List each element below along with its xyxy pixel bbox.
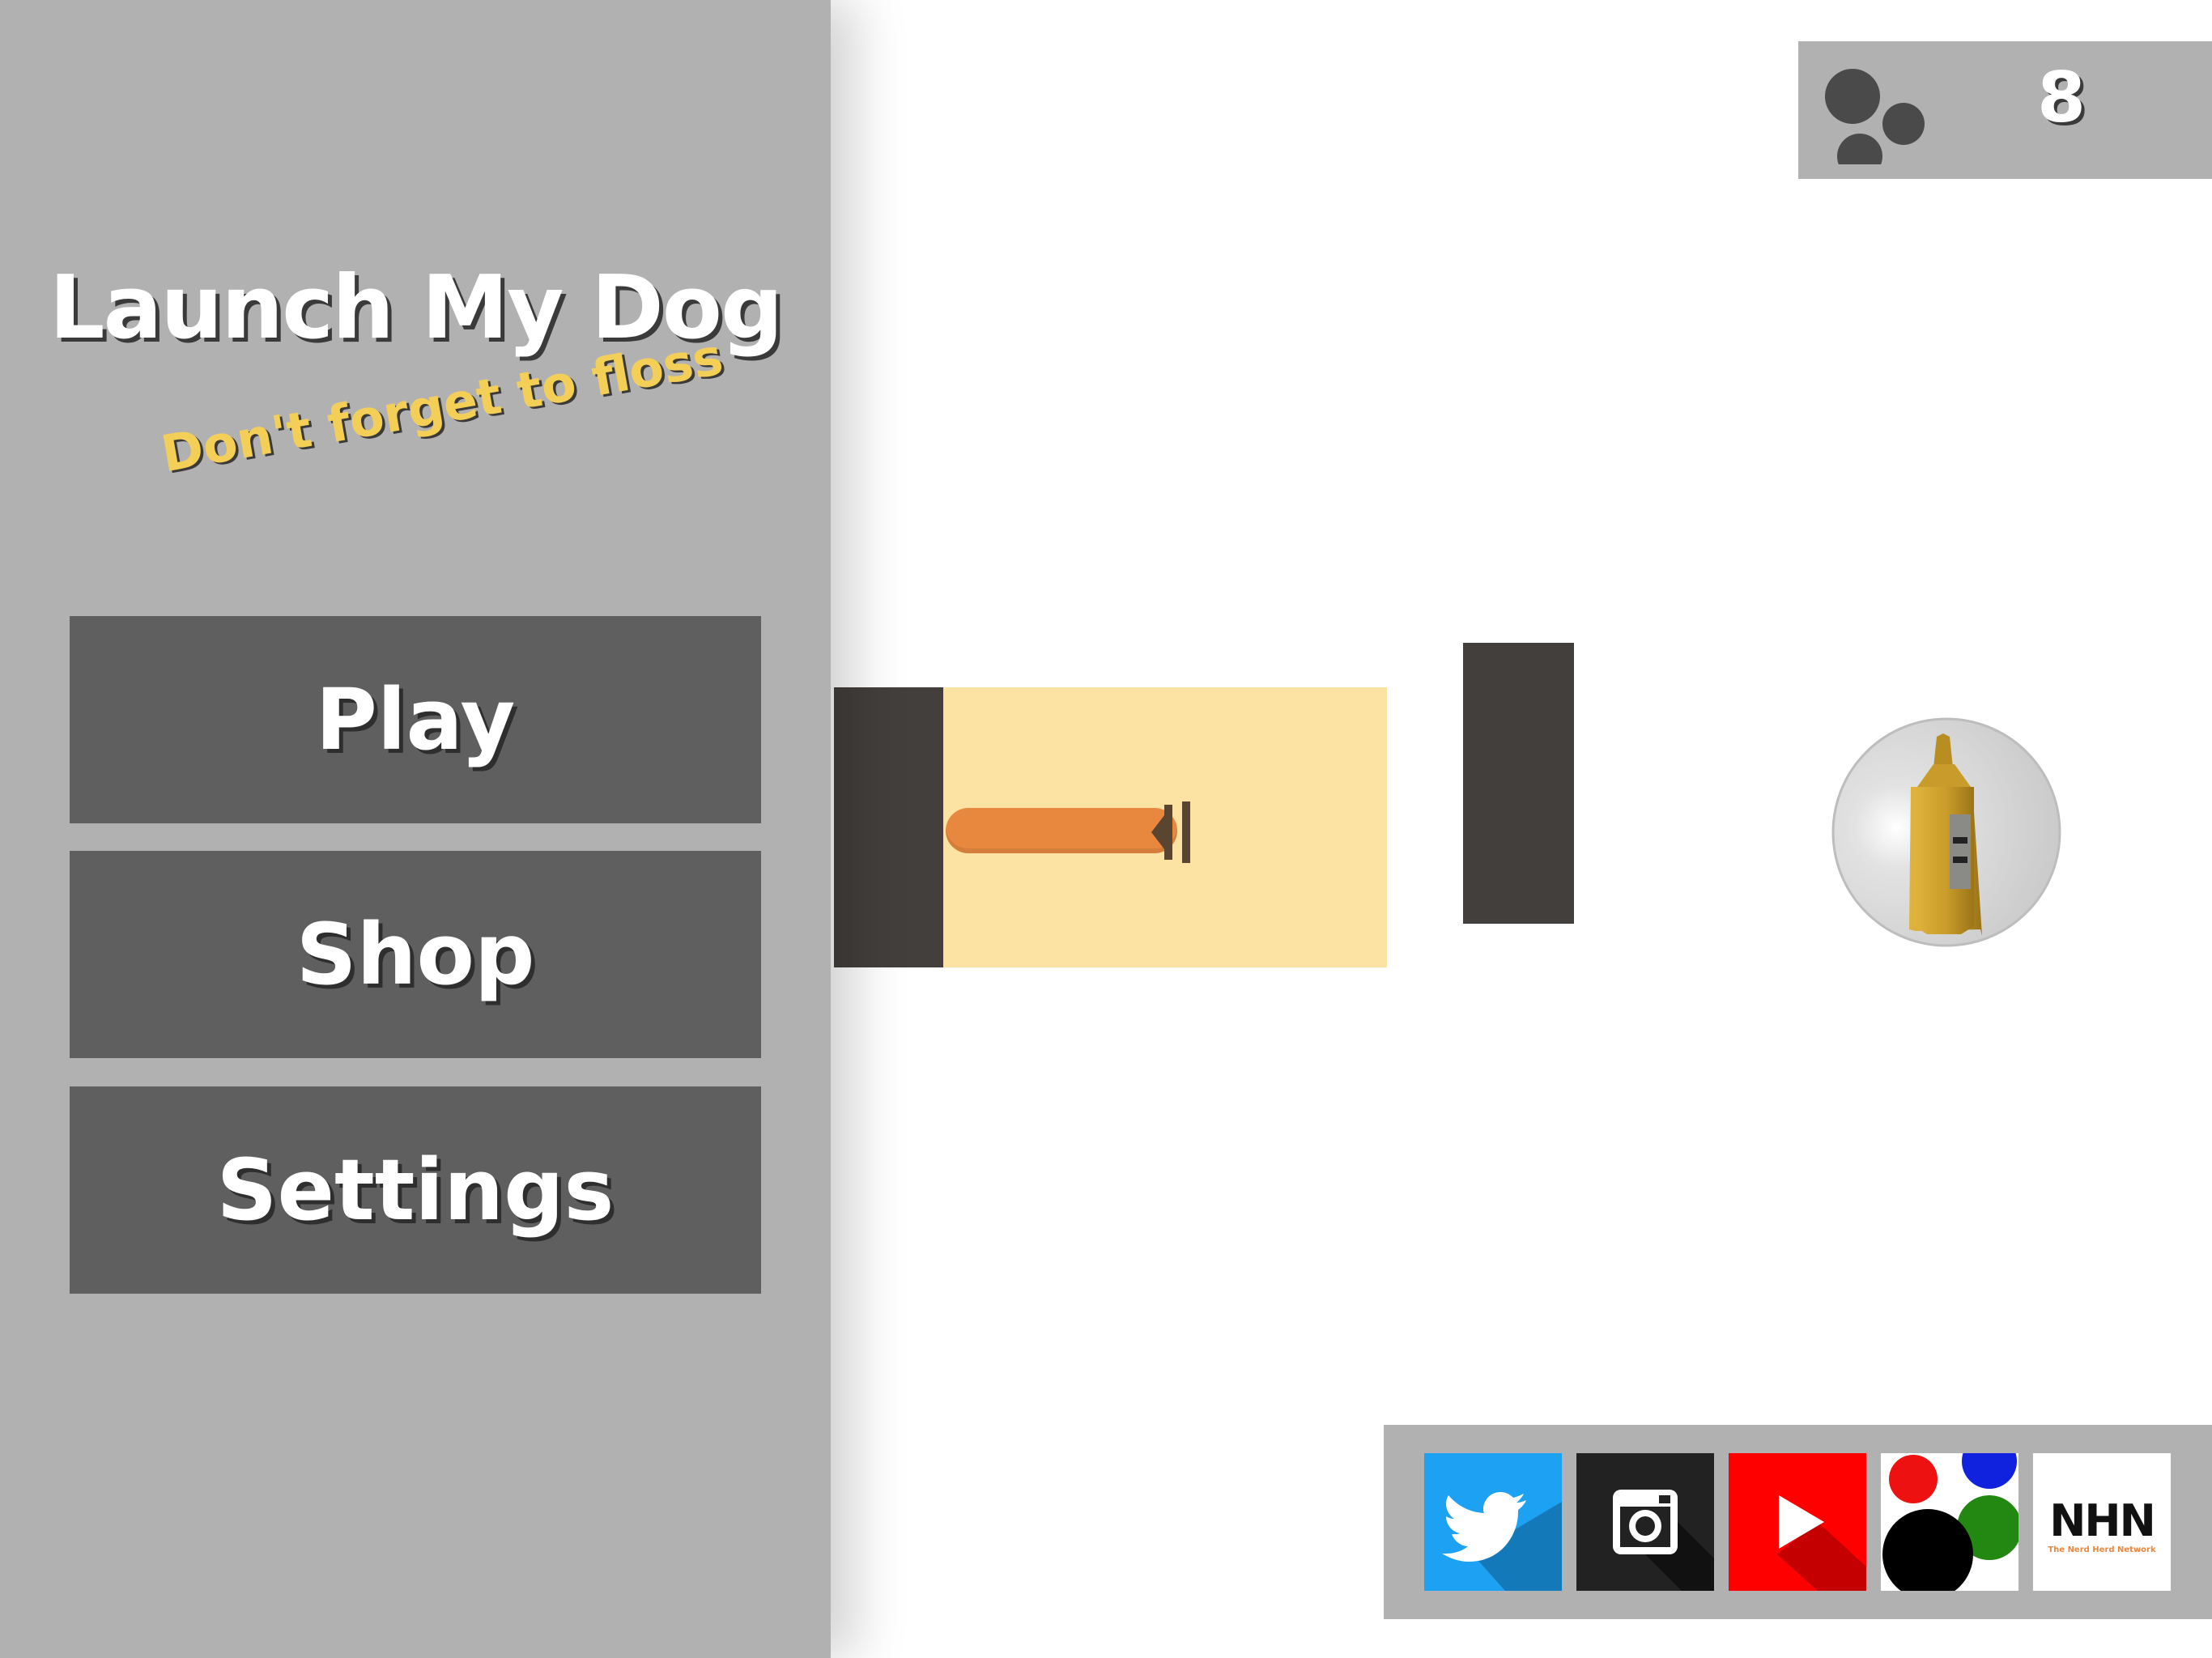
youtube-button[interactable] — [1729, 1453, 1866, 1591]
main-menu-panel: Launch My Dog Don't forget to floss Play… — [0, 0, 831, 1658]
settings-button-label: Settings — [216, 1141, 615, 1239]
mustard-bottle-icon[interactable] — [1831, 717, 2061, 947]
launcher-plunger-icon — [1151, 801, 1190, 863]
instagram-button[interactable] — [1576, 1453, 1714, 1591]
games-button[interactable] — [1881, 1453, 2018, 1591]
play-button-label: Play — [315, 670, 516, 769]
twitter-bird-icon — [1442, 1492, 1562, 1591]
coins-icon — [1825, 69, 1925, 164]
coin-counter: 8 — [1798, 41, 2212, 179]
nhn-logo-subtext: The Nerd Herd Network — [2048, 1545, 2156, 1554]
shop-button[interactable]: Shop — [70, 851, 761, 1058]
play-button[interactable]: Play — [70, 616, 761, 823]
settings-button[interactable]: Settings — [70, 1086, 761, 1294]
coin-count: 8 — [2037, 57, 2086, 138]
social-links-bar: NHN The Nerd Herd Network — [1384, 1425, 2212, 1619]
launcher-base — [834, 687, 943, 967]
game-screen: Launch My Dog Don't forget to floss Play… — [0, 0, 2212, 1658]
nhn-button[interactable]: NHN The Nerd Herd Network — [2033, 1453, 2171, 1591]
nhn-logo-text: NHN — [2049, 1495, 2156, 1546]
hotdog-projectile[interactable] — [946, 808, 1177, 853]
camera-icon — [1613, 1490, 1714, 1591]
shop-button-label: Shop — [296, 905, 535, 1004]
colored-dots-icon — [1882, 1453, 2018, 1591]
obstacle-wall — [1463, 643, 1574, 924]
play-icon — [1777, 1495, 1866, 1591]
twitter-button[interactable] — [1424, 1453, 1562, 1591]
